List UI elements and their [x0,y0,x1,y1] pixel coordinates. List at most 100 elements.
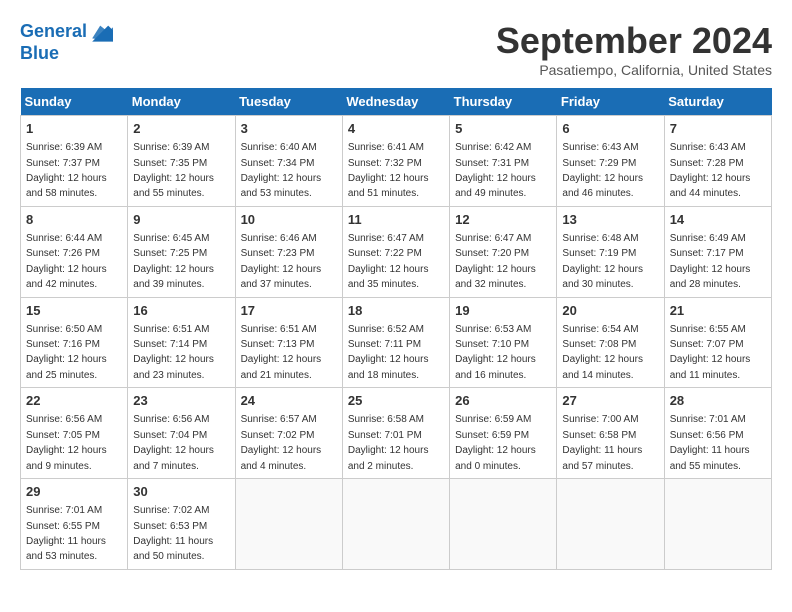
day-info: Sunrise: 6:45 AMSunset: 7:25 PMDaylight:… [133,233,214,290]
calendar-cell: 22 Sunrise: 6:56 AMSunset: 7:05 PMDayligh… [21,388,128,479]
day-number: 13 [562,211,658,229]
day-number: 12 [455,211,551,229]
calendar-cell: 6 Sunrise: 6:43 AMSunset: 7:29 PMDaylight… [557,116,664,207]
day-number: 19 [455,302,551,320]
day-info: Sunrise: 6:46 AMSunset: 7:23 PMDaylight:… [241,233,322,290]
day-info: Sunrise: 6:44 AMSunset: 7:26 PMDaylight:… [26,233,107,290]
location: Pasatiempo, California, United States [496,62,772,78]
calendar-cell: 9Sunrise: 6:45 AMSunset: 7:25 PMDaylight… [128,206,235,297]
day-number: 2 [133,120,229,138]
calendar-cell: 29 Sunrise: 7:01 AMSunset: 6:55 PMDayligh… [21,479,128,570]
calendar-cell: 4Sunrise: 6:41 AMSunset: 7:32 PMDaylight… [342,116,449,207]
day-info: Sunrise: 6:48 AMSunset: 7:19 PMDaylight:… [562,233,643,290]
calendar-cell: 21 Sunrise: 6:55 AMSunset: 7:07 PMDayligh… [664,297,771,388]
day-info: Sunrise: 7:00 AMSunset: 6:58 PMDaylight:… [562,414,642,471]
day-number: 22 [26,392,122,410]
calendar-cell: 11 Sunrise: 6:47 AMSunset: 7:22 PMDayligh… [342,206,449,297]
day-number: 24 [241,392,337,410]
day-number: 20 [562,302,658,320]
header-saturday: Saturday [664,88,771,116]
day-info: Sunrise: 7:01 AMSunset: 6:56 PMDaylight:… [670,414,750,471]
calendar-cell: 5 Sunrise: 6:42 AMSunset: 7:31 PMDaylight… [450,116,557,207]
day-info: Sunrise: 6:54 AMSunset: 7:08 PMDaylight:… [562,324,643,381]
day-info: Sunrise: 6:39 AMSunset: 7:35 PMDaylight:… [133,142,214,199]
calendar-cell: 10 Sunrise: 6:46 AMSunset: 7:23 PMDayligh… [235,206,342,297]
calendar-cell [450,479,557,570]
calendar-cell: 2 Sunrise: 6:39 AMSunset: 7:35 PMDaylight… [128,116,235,207]
calendar-cell: 30 Sunrise: 7:02 AMSunset: 6:53 PMDayligh… [128,479,235,570]
day-number: 8 [26,211,122,229]
calendar-cell [664,479,771,570]
day-info: Sunrise: 6:49 AMSunset: 7:17 PMDaylight:… [670,233,751,290]
logo-text: General [20,22,87,42]
calendar-header-row: SundayMondayTuesdayWednesdayThursdayFrid… [21,88,772,116]
calendar-cell: 20 Sunrise: 6:54 AMSunset: 7:08 PMDayligh… [557,297,664,388]
calendar-cell: 8 Sunrise: 6:44 AMSunset: 7:26 PMDaylight… [21,206,128,297]
calendar-cell: 14 Sunrise: 6:49 AMSunset: 7:17 PMDayligh… [664,206,771,297]
day-info: Sunrise: 6:42 AMSunset: 7:31 PMDaylight:… [455,142,536,199]
calendar-cell: 26Sunrise: 6:59 AMSunset: 6:59 PMDayligh… [450,388,557,479]
day-info: Sunrise: 7:02 AMSunset: 6:53 PMDaylight:… [133,505,213,562]
week-row-5: 29 Sunrise: 7:01 AMSunset: 6:55 PMDayligh… [21,479,772,570]
day-info: Sunrise: 6:56 AMSunset: 7:05 PMDaylight:… [26,414,107,471]
calendar-cell: 1 Sunrise: 6:39 AMSunset: 7:37 PMDaylight… [21,116,128,207]
calendar-cell [235,479,342,570]
header-monday: Monday [128,88,235,116]
day-number: 25 [348,392,444,410]
day-number: 7 [670,120,766,138]
day-number: 29 [26,483,122,501]
day-number: 17 [241,302,337,320]
day-number: 10 [241,211,337,229]
day-info: Sunrise: 6:50 AMSunset: 7:16 PMDaylight:… [26,324,107,381]
day-number: 26 [455,392,551,410]
day-info: Sunrise: 6:43 AMSunset: 7:29 PMDaylight:… [562,142,643,199]
week-row-4: 22 Sunrise: 6:56 AMSunset: 7:05 PMDayligh… [21,388,772,479]
day-number: 27 [562,392,658,410]
day-info: Sunrise: 6:39 AMSunset: 7:37 PMDaylight:… [26,142,107,199]
week-row-2: 8 Sunrise: 6:44 AMSunset: 7:26 PMDaylight… [21,206,772,297]
day-number: 18 [348,302,444,320]
day-number: 28 [670,392,766,410]
day-info: Sunrise: 6:47 AMSunset: 7:22 PMDaylight:… [348,233,429,290]
week-row-3: 15Sunrise: 6:50 AMSunset: 7:16 PMDayligh… [21,297,772,388]
day-info: Sunrise: 7:01 AMSunset: 6:55 PMDaylight:… [26,505,106,562]
header-tuesday: Tuesday [235,88,342,116]
calendar-cell: 23 Sunrise: 6:56 AMSunset: 7:04 PMDayligh… [128,388,235,479]
day-info: Sunrise: 6:58 AMSunset: 7:01 PMDaylight:… [348,414,429,471]
calendar-cell: 25 Sunrise: 6:58 AMSunset: 7:01 PMDayligh… [342,388,449,479]
calendar-cell: 16Sunrise: 6:51 AMSunset: 7:14 PMDayligh… [128,297,235,388]
title-section: September 2024 Pasatiempo, California, U… [496,20,772,78]
header-friday: Friday [557,88,664,116]
day-info: Sunrise: 6:56 AMSunset: 7:04 PMDaylight:… [133,414,214,471]
calendar-cell: 3 Sunrise: 6:40 AMSunset: 7:34 PMDaylight… [235,116,342,207]
day-number: 1 [26,120,122,138]
day-info: Sunrise: 6:47 AMSunset: 7:20 PMDaylight:… [455,233,536,290]
calendar-cell: 12 Sunrise: 6:47 AMSunset: 7:20 PMDayligh… [450,206,557,297]
day-number: 6 [562,120,658,138]
day-info: Sunrise: 6:43 AMSunset: 7:28 PMDaylight:… [670,142,751,199]
calendar-cell [342,479,449,570]
calendar-cell [557,479,664,570]
day-number: 23 [133,392,229,410]
calendar-cell: 27 Sunrise: 7:00 AMSunset: 6:58 PMDayligh… [557,388,664,479]
day-number: 4 [348,120,444,138]
day-number: 21 [670,302,766,320]
calendar-cell: 15Sunrise: 6:50 AMSunset: 7:16 PMDayligh… [21,297,128,388]
calendar-cell: 18Sunrise: 6:52 AMSunset: 7:11 PMDayligh… [342,297,449,388]
day-info: Sunrise: 6:55 AMSunset: 7:07 PMDaylight:… [670,324,751,381]
day-number: 14 [670,211,766,229]
day-number: 30 [133,483,229,501]
day-info: Sunrise: 6:40 AMSunset: 7:34 PMDaylight:… [241,142,322,199]
calendar-cell: 19 Sunrise: 6:53 AMSunset: 7:10 PMDayligh… [450,297,557,388]
logo: General Blue [20,20,113,64]
header-sunday: Sunday [21,88,128,116]
day-info: Sunrise: 6:57 AMSunset: 7:02 PMDaylight:… [241,414,322,471]
day-info: Sunrise: 6:51 AMSunset: 7:13 PMDaylight:… [241,324,322,381]
calendar-cell: 13 Sunrise: 6:48 AMSunset: 7:19 PMDayligh… [557,206,664,297]
calendar-cell: 24 Sunrise: 6:57 AMSunset: 7:02 PMDayligh… [235,388,342,479]
day-info: Sunrise: 6:53 AMSunset: 7:10 PMDaylight:… [455,324,536,381]
day-number: 11 [348,211,444,229]
day-number: 5 [455,120,551,138]
day-number: 16 [133,302,229,320]
day-number: 3 [241,120,337,138]
